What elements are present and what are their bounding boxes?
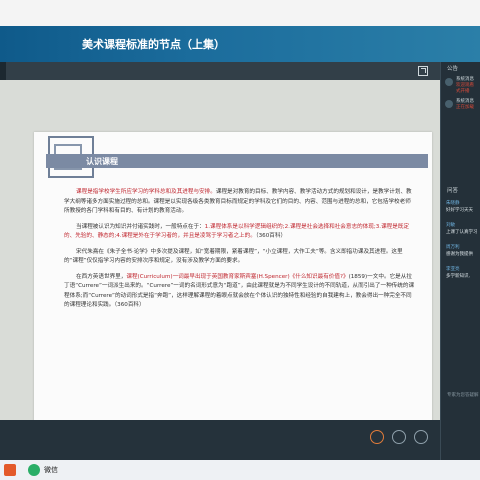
paragraph-1-highlight: 课程是指学校学生所应学习的学科总和及其进程与安排。	[76, 189, 216, 195]
slide-area: 认识课程 课程是指学校学生所应学习的学科总和及其进程与安排。课程是对教育的目标、…	[0, 80, 440, 424]
qa-label: 问答	[447, 188, 459, 194]
qa-user: 李亚亮	[446, 267, 460, 272]
start-icon[interactable]	[4, 464, 16, 476]
share-icon[interactable]	[414, 430, 428, 444]
notice-item[interactable]: 系统消息 欢迎观看 式开播	[445, 76, 480, 96]
qa-user: 朱晓静	[446, 201, 460, 206]
taskbar-app-label: 微信	[44, 466, 58, 474]
stage-controls	[0, 420, 440, 460]
paragraph-2-tail: （360百科）	[255, 233, 287, 239]
qa-text: 上课了认真学习	[446, 230, 478, 235]
video-stage[interactable]: 认识课程 课程是指学校学生所应学习的学科总和及其进程与安排。课程是对教育的目标、…	[0, 62, 440, 460]
header-bar: 美术课程标准的节点（上集）	[0, 26, 480, 62]
notice-line: 式开播	[456, 89, 470, 94]
system-avatar-icon	[445, 78, 453, 86]
slide-content: 课程是指学校学生所应学习的学科总和及其进程与安排。课程是对教育的目标、教学内容、…	[64, 188, 416, 317]
taskbar-app-wechat[interactable]: 微信	[28, 463, 58, 477]
qa-user: 刘敏	[446, 223, 455, 228]
system-avatar-icon	[445, 100, 453, 108]
qa-text: 多学新知识,	[446, 274, 470, 279]
qa-message: 周万利 感谢为我提供	[446, 244, 480, 257]
slide-heading: 认识课程	[86, 157, 118, 166]
qa-user: 周万利	[446, 245, 460, 250]
paragraph-4-text: 在西方英语世界里，	[76, 273, 127, 280]
paragraph-4-highlight: 课程(Curriculum)一词最早出现于英国教育家斯宾塞(H.Spencer)…	[126, 273, 349, 280]
notice-line: 正在加载	[456, 105, 474, 110]
side-panel: 公告 系统消息 欢迎观看 式开播 系统消息 正在加载 问答 朱晓静 好好学习天天…	[440, 62, 480, 460]
toolbar-edge	[0, 62, 6, 80]
browser-top-strip	[0, 0, 480, 26]
paragraph-2: 当课程被认识为知识并付诸实践时，一般特点在于：1.课程体系是以科学逻辑组织的;2…	[64, 223, 416, 242]
qa-text: 好好学习天天	[446, 208, 473, 213]
slide: 认识课程 课程是指学校学生所应学习的学科总和及其进程与安排。课程是对教育的目标、…	[34, 132, 432, 424]
paragraph-3-text: 宋代朱熹在《朱子全书·论学》中多次提及课程，如“宽着期限，紧着课程”，“小立课程…	[64, 248, 403, 265]
qa-message: 朱晓静 好好学习天天	[446, 200, 480, 213]
like-icon[interactable]	[392, 430, 406, 444]
paragraph-3: 宋代朱熹在《朱子全书·论学》中多次提及课程，如“宽着期限，紧着课程”，“小立课程…	[64, 248, 416, 267]
wechat-icon	[28, 464, 40, 476]
qa-message: 刘敏 上课了认真学习	[446, 222, 480, 235]
page-title: 美术课程标准的节点（上集）	[82, 38, 225, 51]
paragraph-4: 在西方英语世界里，课程(Curriculum)一词最早出现于英国教育家斯宾塞(H…	[64, 273, 416, 311]
taskbar: 微信	[0, 460, 480, 480]
paragraph-1: 课程是指学校学生所应学习的学科总和及其进程与安排。课程是对教育的目标、教学内容、…	[64, 188, 416, 217]
video-toolbar	[0, 62, 440, 80]
fullscreen-icon[interactable]	[418, 66, 428, 76]
gift-icon[interactable]	[370, 430, 384, 444]
qa-text: 感谢为我提供	[446, 252, 473, 257]
ask-input-hint[interactable]: 专家为您答疑解	[447, 392, 479, 398]
notice-item[interactable]: 系统消息 正在加载	[445, 98, 480, 118]
notice-label: 公告	[447, 66, 459, 72]
paragraph-2-text: 当课程被认识为知识并付诸实践时，一般特点在于：	[76, 223, 205, 230]
qa-message: 李亚亮 多学新知识,	[446, 266, 480, 279]
